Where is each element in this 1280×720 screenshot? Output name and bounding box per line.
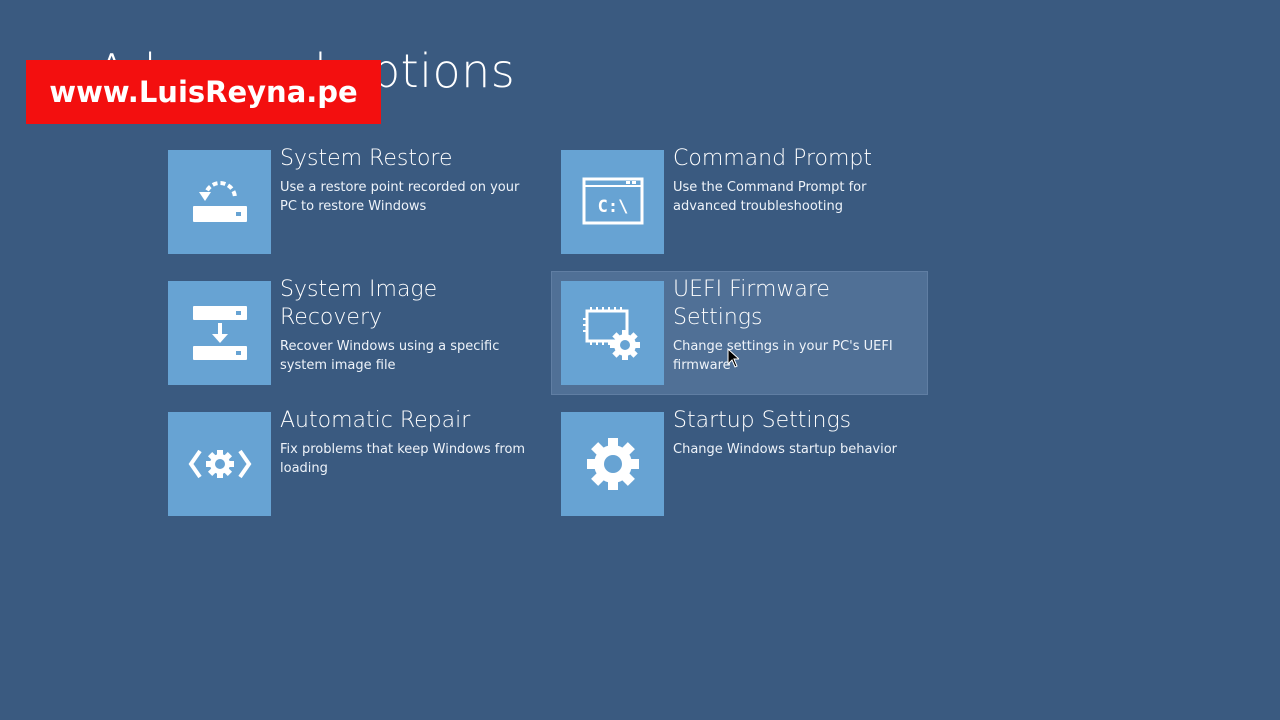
- option-command-prompt[interactable]: C:\ Command Prompt Use the Command Promp…: [561, 146, 921, 254]
- option-title: System Restore: [280, 146, 453, 171]
- option-uefi-firmware-settings[interactable]: UEFI Firmware Settings Change settings i…: [552, 272, 927, 394]
- automatic-repair-icon: [188, 449, 251, 479]
- option-system-restore[interactable]: System Restore Use a restore point recor…: [168, 146, 528, 254]
- option-tile: [168, 412, 271, 516]
- option-tile: [168, 150, 271, 254]
- option-startup-settings[interactable]: Startup Settings Change Windows startup …: [561, 408, 921, 516]
- option-title: Command Prompt: [673, 146, 872, 171]
- startup-settings-icon: [586, 438, 639, 490]
- option-title: Startup Settings: [673, 408, 852, 433]
- option-description: Change Windows startup behavior: [673, 442, 898, 457]
- option-description: Use a restore point recorded on your PC …: [280, 180, 520, 214]
- option-system-image-recovery[interactable]: System Image Recovery Recover Windows us…: [168, 277, 528, 385]
- option-title: UEFI Firmware Settings: [673, 277, 830, 330]
- watermark-banner: www.LuisReyna.pe: [26, 60, 381, 124]
- mouse-cursor-icon: [727, 348, 739, 368]
- advanced-options-screen: Advanced options www.LuisReyna.pe System…: [0, 0, 1280, 720]
- option-tile: C:\: [561, 150, 664, 254]
- option-description: Use the Command Prompt for advanced trou…: [673, 180, 867, 214]
- option-description: Recover Windows using a specific system …: [280, 339, 500, 373]
- uefi-firmware-icon: [582, 307, 640, 360]
- option-tile: [561, 412, 664, 516]
- option-tile: [561, 281, 664, 385]
- system-restore-icon: [192, 181, 247, 222]
- option-description: Fix problems that keep Windows from load…: [280, 442, 526, 476]
- command-prompt-icon: C:\: [582, 177, 643, 225]
- option-tile: [168, 281, 271, 385]
- system-image-recovery-icon: [192, 306, 247, 360]
- option-title: System Image Recovery: [280, 277, 438, 330]
- option-title: Automatic Repair: [280, 408, 471, 433]
- option-description: Change settings in your PC's UEFI firmwa…: [673, 339, 893, 373]
- option-automatic-repair[interactable]: Automatic Repair Fix problems that keep …: [168, 408, 528, 516]
- command-prompt-icon-text: C:\: [597, 197, 628, 217]
